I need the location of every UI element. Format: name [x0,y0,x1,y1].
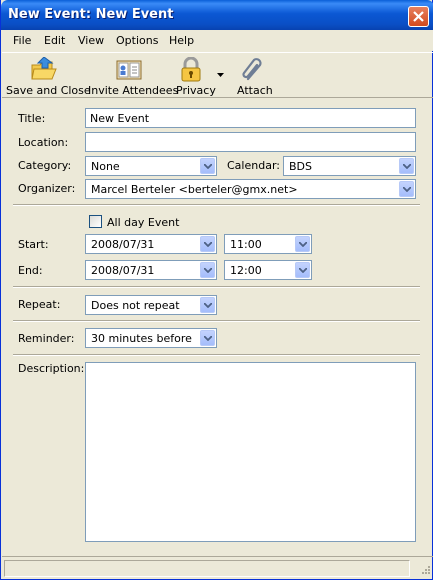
start-label: Start: [18,238,49,251]
start-date-dropdown-button[interactable] [200,236,215,252]
chevron-down-icon [204,242,212,247]
divider [13,286,420,288]
all-day-label[interactable]: All day Event [107,216,179,229]
all-day-checkbox[interactable] [89,215,102,228]
chevron-down-icon [204,268,212,273]
repeat-label: Repeat: [18,298,61,311]
menu-edit[interactable]: Edit [44,34,65,47]
end-date-dropdown-button[interactable] [200,262,215,278]
start-time-dropdown-button[interactable] [295,236,310,252]
close-button[interactable] [408,6,429,27]
chevron-down-icon [204,303,212,308]
category-dropdown[interactable]: None [85,156,217,176]
close-icon [413,11,424,22]
title-bar[interactable]: New Event: New Event [1,0,433,30]
end-label: End: [18,264,43,277]
reminder-dropdown-button[interactable] [200,330,215,346]
privacy-button[interactable]: Privacy [174,55,228,97]
repeat-dropdown-button[interactable] [200,297,215,313]
repeat-value: Does not repeat [91,299,180,312]
paperclip-icon [242,58,262,81]
save-folder-icon [31,57,57,80]
save-close-label: Save and Close [6,84,91,97]
address-book-icon [116,60,142,80]
chevron-down-icon [204,164,212,169]
invite-attendees-button[interactable]: Invite Attendees [88,55,178,97]
divider [13,354,420,356]
end-date-picker[interactable]: 2008/07/31 [85,260,217,280]
menu-view[interactable]: View [78,34,104,47]
menu-options[interactable]: Options [116,34,158,47]
divider [13,320,420,322]
location-label: Location: [18,136,69,149]
chevron-down-icon [204,336,212,341]
category-dropdown-button[interactable] [200,158,215,174]
privacy-dropdown-arrow-icon[interactable] [217,73,224,77]
organizer-label: Organizer: [18,182,76,195]
start-time-value: 11:00 [230,238,262,251]
location-field[interactable] [85,132,416,152]
reminder-dropdown[interactable]: 30 minutes before [85,328,217,348]
description-label: Description: [18,362,85,375]
menu-help[interactable]: Help [169,34,194,47]
invite-attendees-label: Invite Attendees [88,84,179,97]
event-window: New Event: New Event File Edit View Opti… [0,0,433,580]
menu-file[interactable]: File [13,34,31,47]
calendar-label: Calendar: [227,159,280,172]
category-label: Category: [18,159,72,172]
resize-grip-icon[interactable] [419,565,431,577]
calendar-dropdown-button[interactable] [399,158,414,174]
start-date-value: 2008/07/31 [91,238,155,251]
lock-icon [181,57,201,82]
chevron-down-icon [299,242,307,247]
menu-bar: File Edit View Options Help [2,30,433,51]
end-time-value: 12:00 [230,264,262,277]
chevron-down-icon [403,187,411,192]
privacy-label: Privacy [176,84,216,97]
attach-button[interactable]: Attach [234,55,274,97]
divider [13,204,420,206]
reminder-label: Reminder: [18,332,75,345]
organizer-dropdown[interactable]: Marcel Berteler <berteler@gmx.net> [85,179,416,199]
category-value: None [91,160,120,173]
attach-label: Attach [237,84,273,97]
end-date-value: 2008/07/31 [91,264,155,277]
save-close-button[interactable]: Save and Close [6,55,91,97]
repeat-dropdown[interactable]: Does not repeat [85,295,217,315]
chevron-down-icon [299,268,307,273]
end-time-dropdown-button[interactable] [295,262,310,278]
calendar-value: BDS [289,160,312,173]
organizer-dropdown-button[interactable] [399,181,414,197]
chevron-down-icon [403,164,411,169]
reminder-value: 30 minutes before [91,332,192,345]
start-time-picker[interactable]: 11:00 [224,234,312,254]
window-title: New Event: New Event [8,7,174,22]
status-panel [4,560,410,577]
title-field[interactable]: New Event [85,108,416,128]
start-date-picker[interactable]: 2008/07/31 [85,234,217,254]
toolbar: Save and Close Invite Attendees Privacy [2,52,433,98]
calendar-dropdown[interactable]: BDS [283,156,416,176]
end-time-picker[interactable]: 12:00 [224,260,312,280]
title-label: Title: [18,112,46,125]
organizer-value: Marcel Berteler <berteler@gmx.net> [91,183,298,196]
description-field[interactable] [85,362,416,542]
status-bar [2,556,433,580]
title-field-value: New Event [90,112,150,125]
